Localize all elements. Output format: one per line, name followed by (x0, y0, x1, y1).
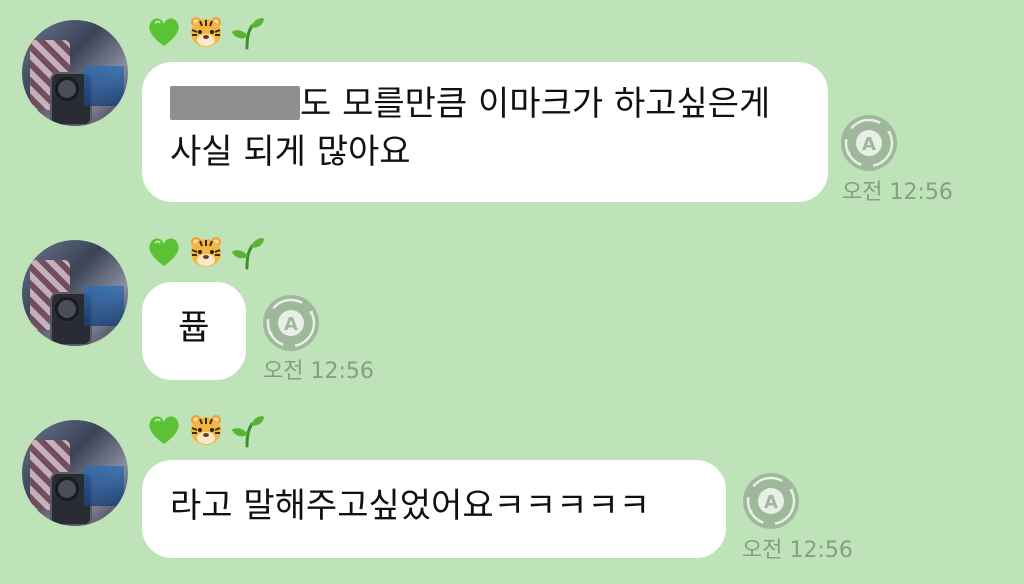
message-text-line: 도 모를만큼 이마크가 하고싶은게 (170, 80, 800, 128)
timestamp: 오전 12:56 (263, 359, 374, 384)
tiger-face-icon (188, 234, 224, 270)
seedling-icon (230, 234, 266, 270)
tiger-face-icon (188, 14, 224, 50)
tiger-face-icon (188, 412, 224, 448)
translate-icon-letter: A (764, 492, 778, 513)
green-heart-icon (146, 234, 182, 270)
translate-icon[interactable]: A (840, 114, 898, 172)
avatar[interactable] (22, 20, 128, 126)
translate-icon[interactable]: A (262, 294, 320, 352)
message-text: 퓹 (178, 308, 210, 348)
avatar-photo-detail (84, 286, 124, 326)
message-text-line: 사실 되게 많아요 (170, 132, 411, 172)
translate-icon-letter: A (862, 134, 876, 155)
green-heart-icon (146, 14, 182, 50)
avatar-photo-detail (84, 466, 124, 506)
message-bubble[interactable]: 도 모를만큼 이마크가 하고싶은게 사실 되게 많아요 (142, 62, 828, 202)
avatar-photo-detail (84, 66, 124, 106)
seedling-icon (230, 412, 266, 448)
translate-icon[interactable]: A (742, 472, 800, 530)
message-bubble[interactable]: 퓹 (142, 282, 246, 380)
message-bubble[interactable]: 라고 말해주고싶었어요ㅋㅋㅋㅋㅋ (142, 460, 726, 558)
avatar[interactable] (22, 420, 128, 526)
sender-name-emojis (146, 12, 266, 52)
redacted-text (170, 86, 300, 120)
sender-name-emojis (146, 410, 266, 450)
message-text: 도 모를만큼 이마크가 하고싶은게 (300, 84, 771, 124)
message-text: 라고 말해주고싶었어요ㅋㅋㅋㅋㅋ (170, 486, 651, 526)
sender-name-emojis (146, 232, 266, 272)
timestamp: 오전 12:56 (842, 180, 953, 205)
green-heart-icon (146, 412, 182, 448)
timestamp: 오전 12:56 (742, 538, 853, 563)
seedling-icon (230, 14, 266, 50)
avatar[interactable] (22, 240, 128, 346)
translate-icon-letter: A (284, 314, 298, 335)
